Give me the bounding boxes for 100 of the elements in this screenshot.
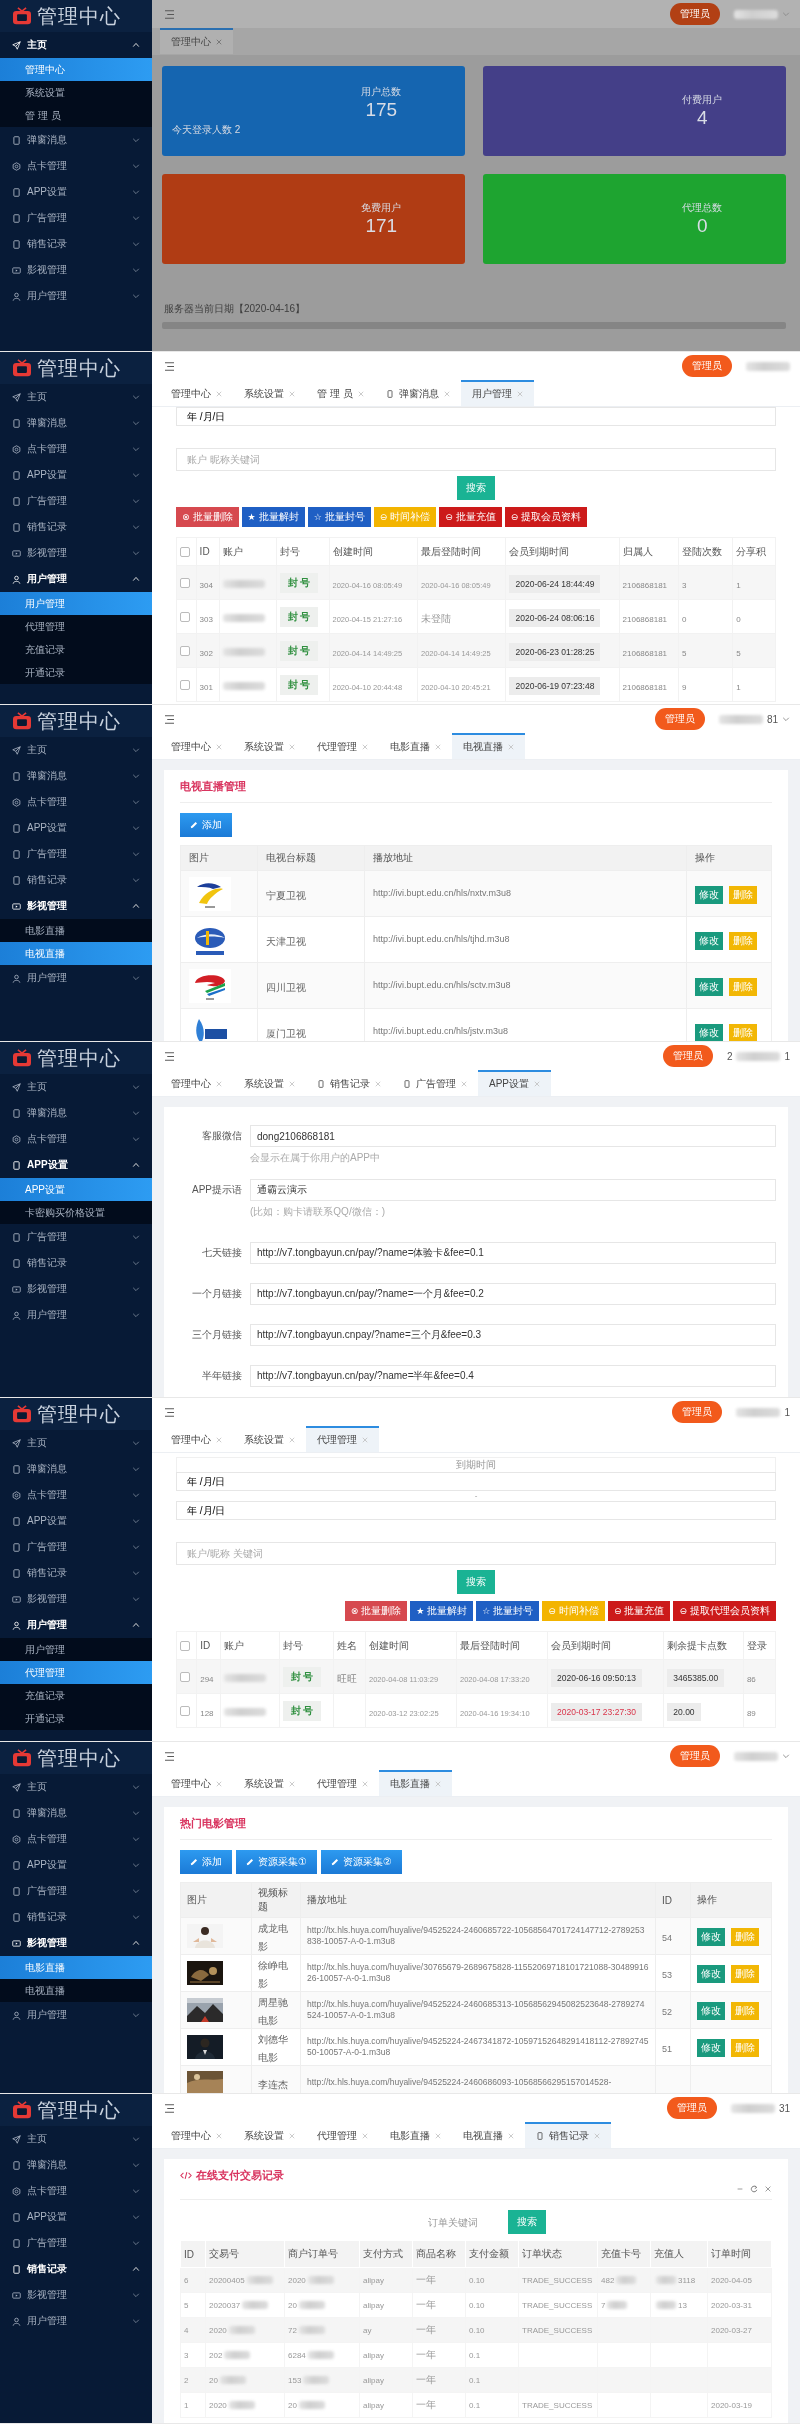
nav-subitem[interactable]: 用户管理: [0, 592, 152, 615]
nav-item[interactable]: 点卡管理: [0, 153, 152, 179]
nav-item[interactable]: 广告管理: [0, 205, 152, 231]
close-icon[interactable]: [764, 2185, 772, 2193]
nav-item[interactable]: APP设置: [0, 1852, 152, 1878]
checkbox[interactable]: [180, 612, 190, 623]
nav-item[interactable]: 用户管理: [0, 2002, 152, 2028]
close-icon[interactable]: [516, 391, 523, 397]
nav-subitem[interactable]: APP设置: [0, 1178, 152, 1201]
ban-button[interactable]: 封 号: [279, 675, 319, 695]
tab[interactable]: 电影直播: [379, 2122, 452, 2148]
text-field[interactable]: 通霸云演示: [250, 1179, 776, 1201]
date-field[interactable]: 年 /月/日: [176, 1472, 776, 1491]
tab[interactable]: 弹窗消息: [374, 380, 461, 406]
tab[interactable]: 系统设置: [233, 733, 306, 759]
keyword-field[interactable]: 账户/昵称 关键词: [176, 1542, 776, 1565]
nav-item[interactable]: APP设置: [0, 179, 152, 205]
nav-item[interactable]: 用户管理: [0, 566, 152, 592]
close-icon[interactable]: [435, 1781, 441, 1787]
nav-item[interactable]: 点卡管理: [0, 1826, 152, 1852]
batch-button[interactable]: ⊖ 批量充值: [607, 1601, 671, 1621]
batch-button[interactable]: ⊖ 提取会员资料: [504, 507, 588, 527]
tab[interactable]: 管理中心: [160, 1770, 233, 1796]
close-icon[interactable]: [461, 1081, 467, 1087]
refresh-icon[interactable]: [750, 2185, 758, 2193]
close-icon[interactable]: [216, 1081, 222, 1087]
nav-item[interactable]: 广告管理: [0, 1224, 152, 1250]
nav-item[interactable]: 主页: [0, 1774, 152, 1800]
close-icon[interactable]: [216, 1781, 222, 1787]
nav-item[interactable]: 用户管理: [0, 1302, 152, 1328]
nav-item[interactable]: 影视管理: [0, 257, 152, 283]
ban-button[interactable]: 封 号: [282, 1667, 322, 1687]
text-field[interactable]: http://v7.tongbayun.cn/pay/?name=半年&fee=0.4: [250, 1365, 776, 1387]
nav-item[interactable]: 广告管理: [0, 841, 152, 867]
close-icon[interactable]: [216, 391, 222, 397]
nav-item[interactable]: 主页: [0, 1430, 152, 1456]
close-icon[interactable]: [289, 1437, 295, 1443]
tab[interactable]: 系统设置: [233, 1770, 306, 1796]
close-icon[interactable]: [216, 1437, 222, 1443]
tab[interactable]: 代理管理: [306, 1426, 379, 1452]
close-icon[interactable]: [357, 391, 364, 397]
edit-button[interactable]: 修改: [697, 1928, 725, 1946]
edit-button[interactable]: 修改: [695, 977, 723, 996]
menu-icon[interactable]: [164, 1751, 175, 1761]
edit-button[interactable]: 修改: [695, 1023, 723, 1041]
nav-item[interactable]: 影视管理: [0, 1586, 152, 1612]
close-icon[interactable]: [289, 2133, 295, 2139]
chevron-icon[interactable]: [782, 715, 790, 723]
nav-item[interactable]: APP设置: [0, 1508, 152, 1534]
chevron-icon[interactable]: [782, 10, 790, 18]
close-icon[interactable]: [362, 1781, 368, 1787]
close-icon[interactable]: [435, 2133, 441, 2139]
nav-item[interactable]: 点卡管理: [0, 789, 152, 815]
tab[interactable]: 管理中心: [160, 380, 233, 406]
nav-subitem[interactable]: 卡密购买价格设置: [0, 1201, 152, 1224]
checkbox[interactable]: [180, 578, 190, 589]
nav-item[interactable]: 点卡管理: [0, 1482, 152, 1508]
ban-button[interactable]: 封 号: [279, 573, 319, 593]
tab[interactable]: 销售记录: [525, 2122, 611, 2148]
tab[interactable]: 管理中心: [160, 1426, 233, 1452]
text-field[interactable]: dong2106868181: [250, 1125, 776, 1147]
batch-button[interactable]: ⊖ 提取代理会员资料: [673, 1601, 776, 1621]
nav-item[interactable]: 影视管理: [0, 893, 152, 919]
nav-item[interactable]: 影视管理: [0, 540, 152, 566]
nav-item[interactable]: 点卡管理: [0, 436, 152, 462]
close-icon[interactable]: [216, 744, 222, 750]
date-field[interactable]: 年 /月/日: [176, 1501, 776, 1520]
tab[interactable]: APP设置: [478, 1070, 551, 1096]
close-icon[interactable]: [362, 1437, 368, 1443]
tab[interactable]: 代理管理: [306, 733, 379, 759]
nav-subitem[interactable]: 电影直播: [0, 1956, 152, 1979]
checkbox[interactable]: [180, 646, 190, 657]
menu-icon[interactable]: [164, 9, 175, 19]
nav-item[interactable]: 销售记录: [0, 1250, 152, 1276]
close-icon[interactable]: [216, 39, 222, 45]
tab[interactable]: 系统设置: [233, 2122, 306, 2148]
ban-button[interactable]: 封 号: [279, 641, 319, 661]
nav-subitem[interactable]: 系统设置: [0, 81, 152, 104]
menu-icon[interactable]: [164, 1407, 175, 1417]
tab[interactable]: 管 理 员: [306, 380, 375, 406]
nav-item[interactable]: 影视管理: [0, 1930, 152, 1956]
nav-item[interactable]: 用户管理: [0, 1612, 152, 1638]
close-icon[interactable]: [362, 744, 368, 750]
nav-item[interactable]: APP设置: [0, 1152, 152, 1178]
close-icon[interactable]: [362, 2133, 368, 2139]
nav-item[interactable]: 主页: [0, 1074, 152, 1100]
batch-button[interactable]: ☆ 批量封号: [307, 507, 371, 527]
text-field[interactable]: http://v7.tongbayun.cn/pay/?name=体验卡&fee=0.1: [250, 1242, 776, 1264]
edit-button[interactable]: 修改: [697, 2002, 725, 2020]
nav-subitem[interactable]: 代理管理: [0, 1661, 152, 1684]
nav-subitem[interactable]: 代理管理: [0, 615, 152, 638]
nav-item[interactable]: 弹窗消息: [0, 1456, 152, 1482]
tab[interactable]: 电影直播: [379, 733, 452, 759]
menu-icon[interactable]: [164, 2103, 175, 2113]
checkbox[interactable]: [180, 1641, 190, 1652]
ban-button[interactable]: 封 号: [279, 607, 319, 627]
chevron-icon[interactable]: [782, 1752, 790, 1760]
nav-item[interactable]: 影视管理: [0, 2282, 152, 2308]
date-field[interactable]: 年 /月/日: [176, 407, 776, 426]
tab[interactable]: 管理中心: [160, 733, 233, 759]
